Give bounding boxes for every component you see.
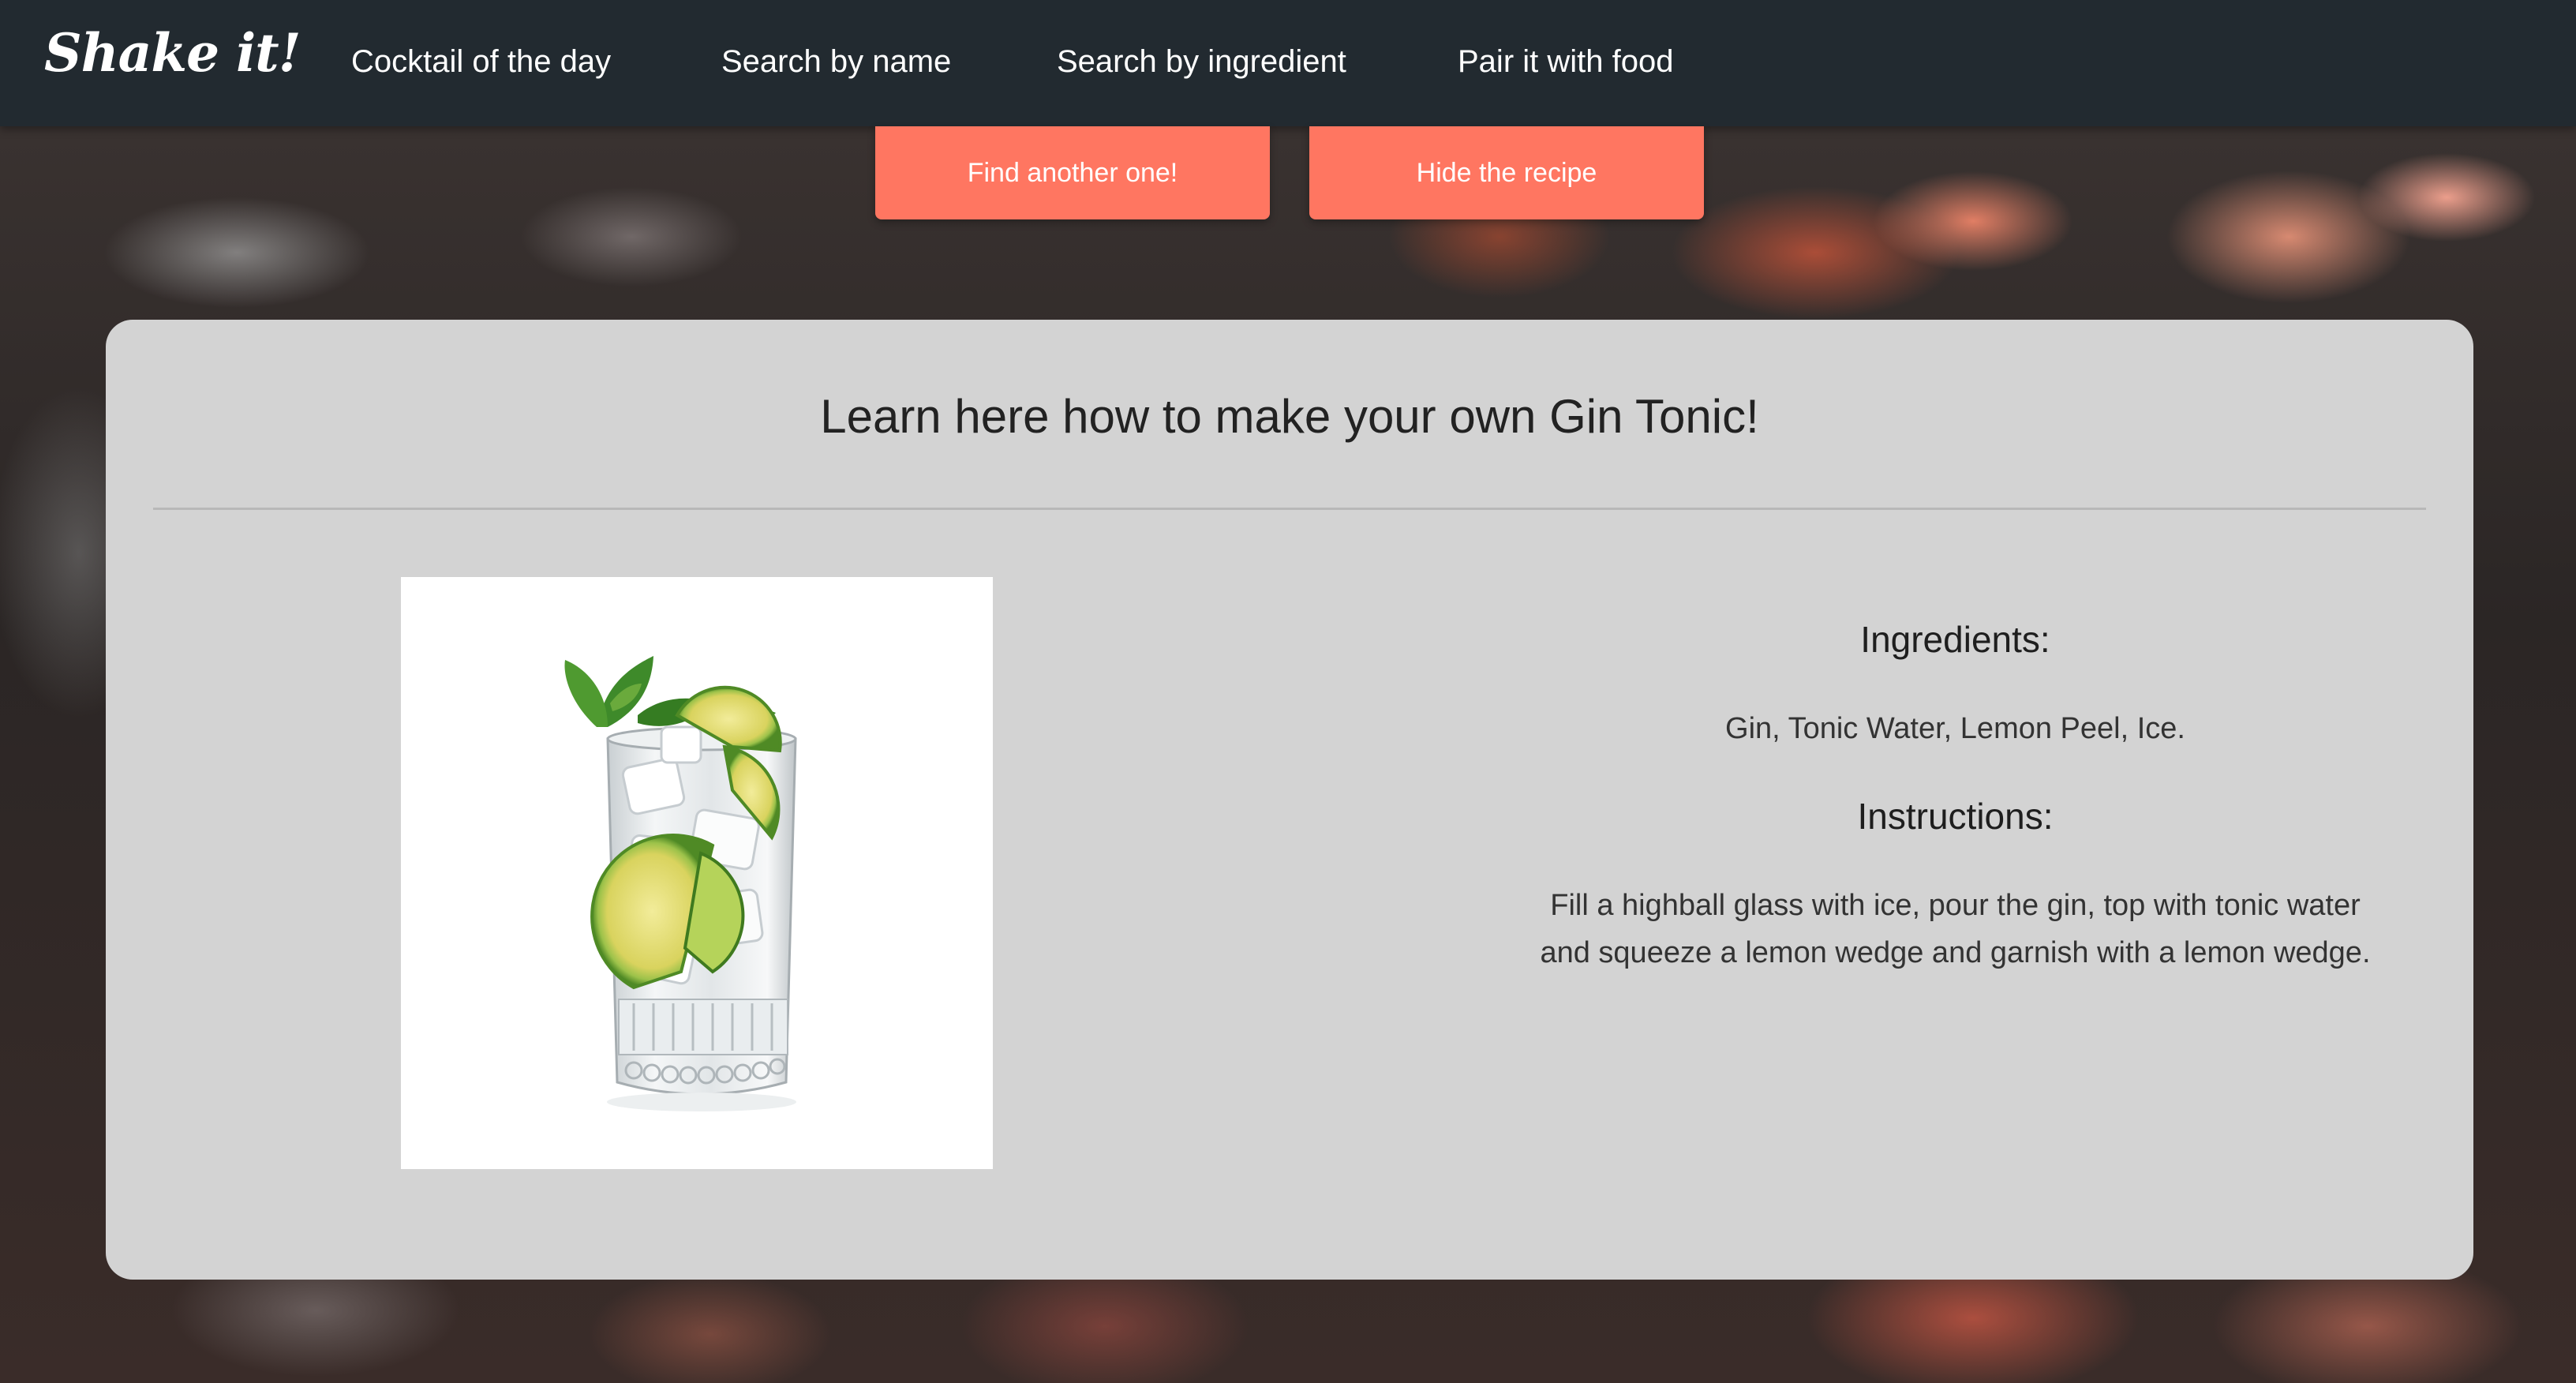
nav-search-by-name[interactable]: Search by name	[721, 44, 951, 80]
nav-cocktail-of-the-day[interactable]: Cocktail of the day	[351, 44, 611, 80]
instructions-heading: Instructions:	[1857, 796, 2054, 837]
nav-pair-with-food[interactable]: Pair it with food	[1458, 44, 1673, 80]
find-another-button[interactable]: Find another one!	[875, 126, 1270, 219]
recipe-title: Learn here how to make your own Gin Toni…	[820, 390, 1759, 443]
ingredients-text: Gin, Tonic Water, Lemon Peel, Ice.	[1725, 712, 2185, 745]
title-divider	[153, 508, 2426, 510]
ingredients-heading: Ingredients:	[1860, 619, 2050, 660]
nav-search-by-ingredient[interactable]: Search by ingredient	[1057, 44, 1346, 80]
top-navbar: Shake it! Cocktail of the day Search by …	[0, 0, 2576, 126]
site-logo[interactable]: Shake it!	[44, 22, 301, 84]
hide-recipe-button[interactable]: Hide the recipe	[1309, 126, 1704, 219]
gin-tonic-glass-image	[564, 656, 797, 1111]
recipe-card: Learn here how to make your own Gin Toni…	[106, 320, 2473, 1280]
instructions-text: Fill a highball glass with ice, pour the…	[1540, 889, 2371, 969]
cocktail-photo	[401, 577, 993, 1169]
